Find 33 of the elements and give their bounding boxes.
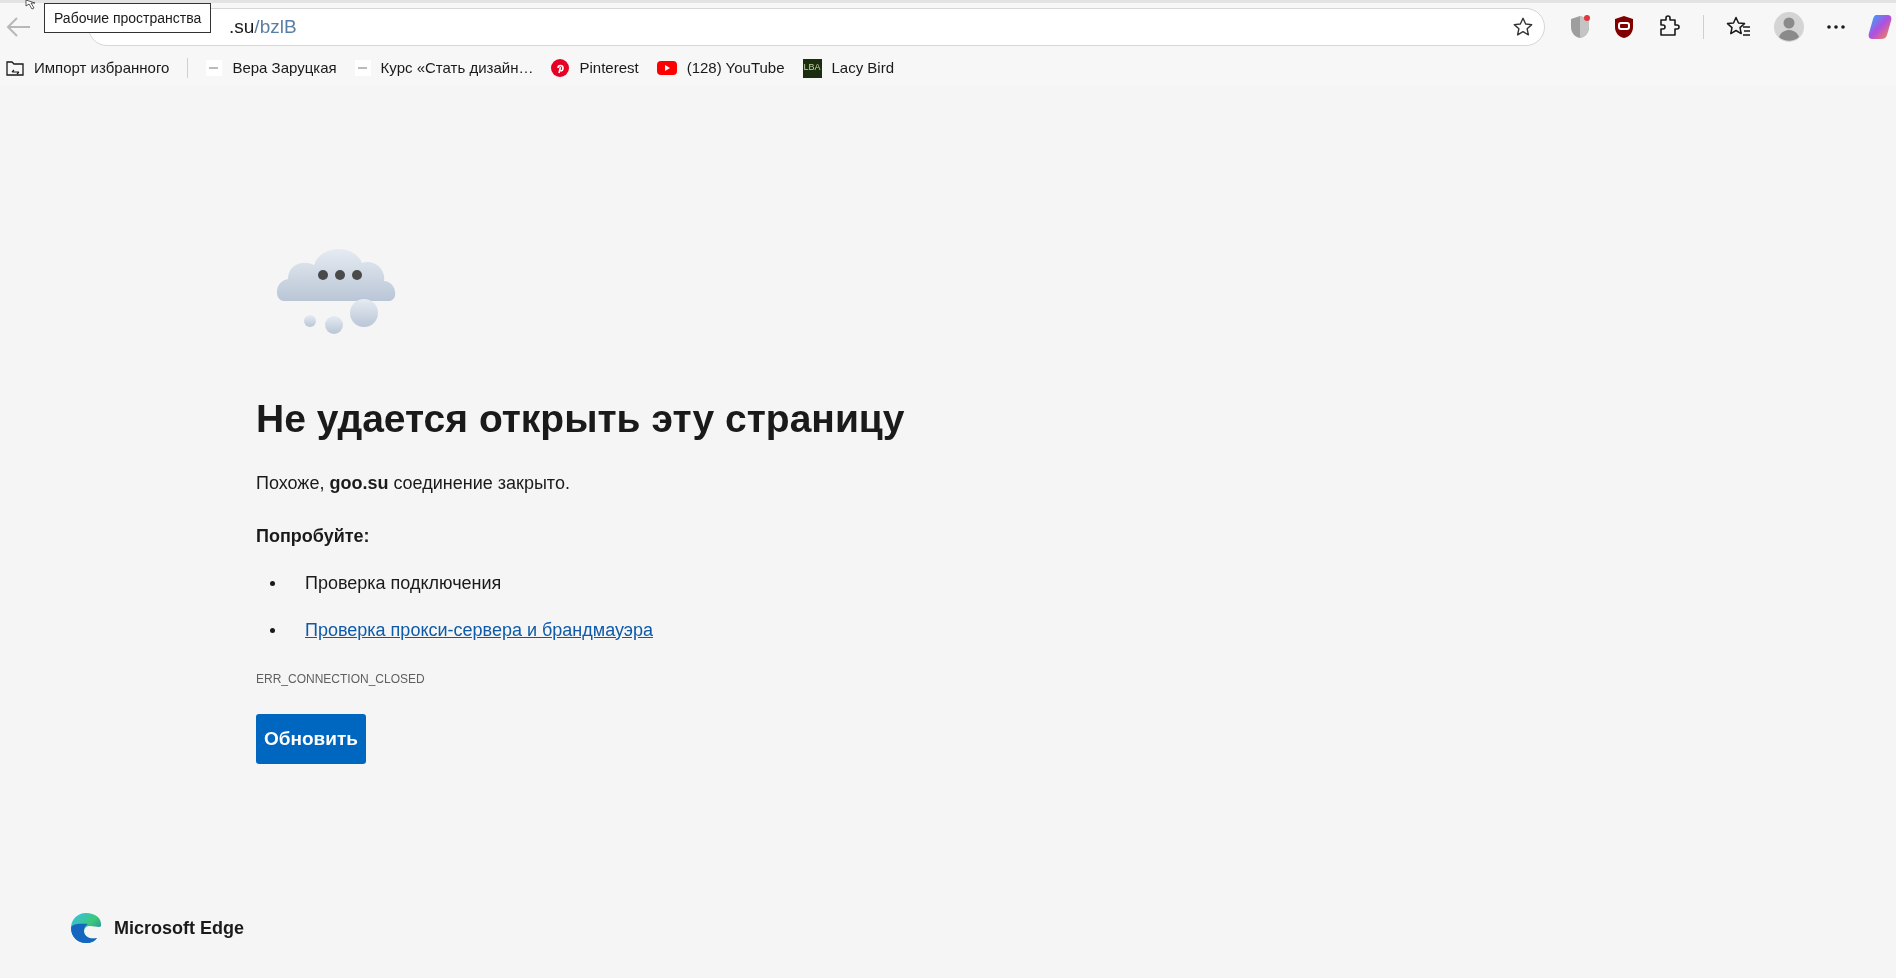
page-favicon-icon: [206, 60, 223, 76]
star-icon[interactable]: [1512, 16, 1534, 38]
url-path: /bzlB: [254, 14, 297, 39]
try-heading: Попробуйте:: [256, 524, 371, 548]
suggestion-text: Проверка подключения: [305, 571, 502, 595]
bookmark-item[interactable]: Импорт избранного: [6, 56, 170, 80]
play-logo-icon: [656, 61, 677, 75]
tooltip: Рабочие пространства: [44, 3, 212, 33]
folder-import-icon: [6, 59, 24, 77]
favorites-icon[interactable]: [1726, 15, 1752, 39]
pin-logo-icon: [551, 59, 570, 77]
error-message: Похоже, goo.su соединение закрыто.: [256, 471, 571, 495]
proxy-check-link[interactable]: Проверка прокси-сервера и брандмауэра: [305, 616, 653, 644]
bookmark-item[interactable]: Курс «Стать дизайн…: [354, 56, 534, 80]
more-icon[interactable]: [1826, 24, 1846, 30]
bookmark-item[interactable]: Pinterest: [551, 56, 639, 80]
error-code: ERR_CONNECTION_CLOSED: [256, 670, 426, 688]
brand-name: Microsoft Edge: [114, 916, 244, 940]
bookmark-item[interactable]: Вера Заруцкая: [206, 56, 337, 80]
edge-logo-icon: [70, 912, 102, 944]
bookmark-item[interactable]: (128) YouTube: [656, 56, 785, 80]
url-host: .su: [229, 14, 255, 39]
avatar-icon[interactable]: [1774, 12, 1804, 42]
shield-icon[interactable]: [1613, 15, 1635, 39]
puzzle-icon[interactable]: [1657, 15, 1681, 39]
copilot-icon[interactable]: [1868, 14, 1892, 40]
bookmark-item[interactable]: LBA Lacy Bird: [802, 56, 895, 80]
bookmark-favicon: LBA: [802, 58, 822, 78]
bullet-icon: [270, 580, 275, 586]
bullet-icon: [270, 627, 275, 633]
page-favicon-icon: [354, 60, 371, 76]
refresh-button[interactable]: Обновить: [256, 713, 366, 764]
error-title: Не удается открыть эту страницу: [256, 396, 906, 442]
